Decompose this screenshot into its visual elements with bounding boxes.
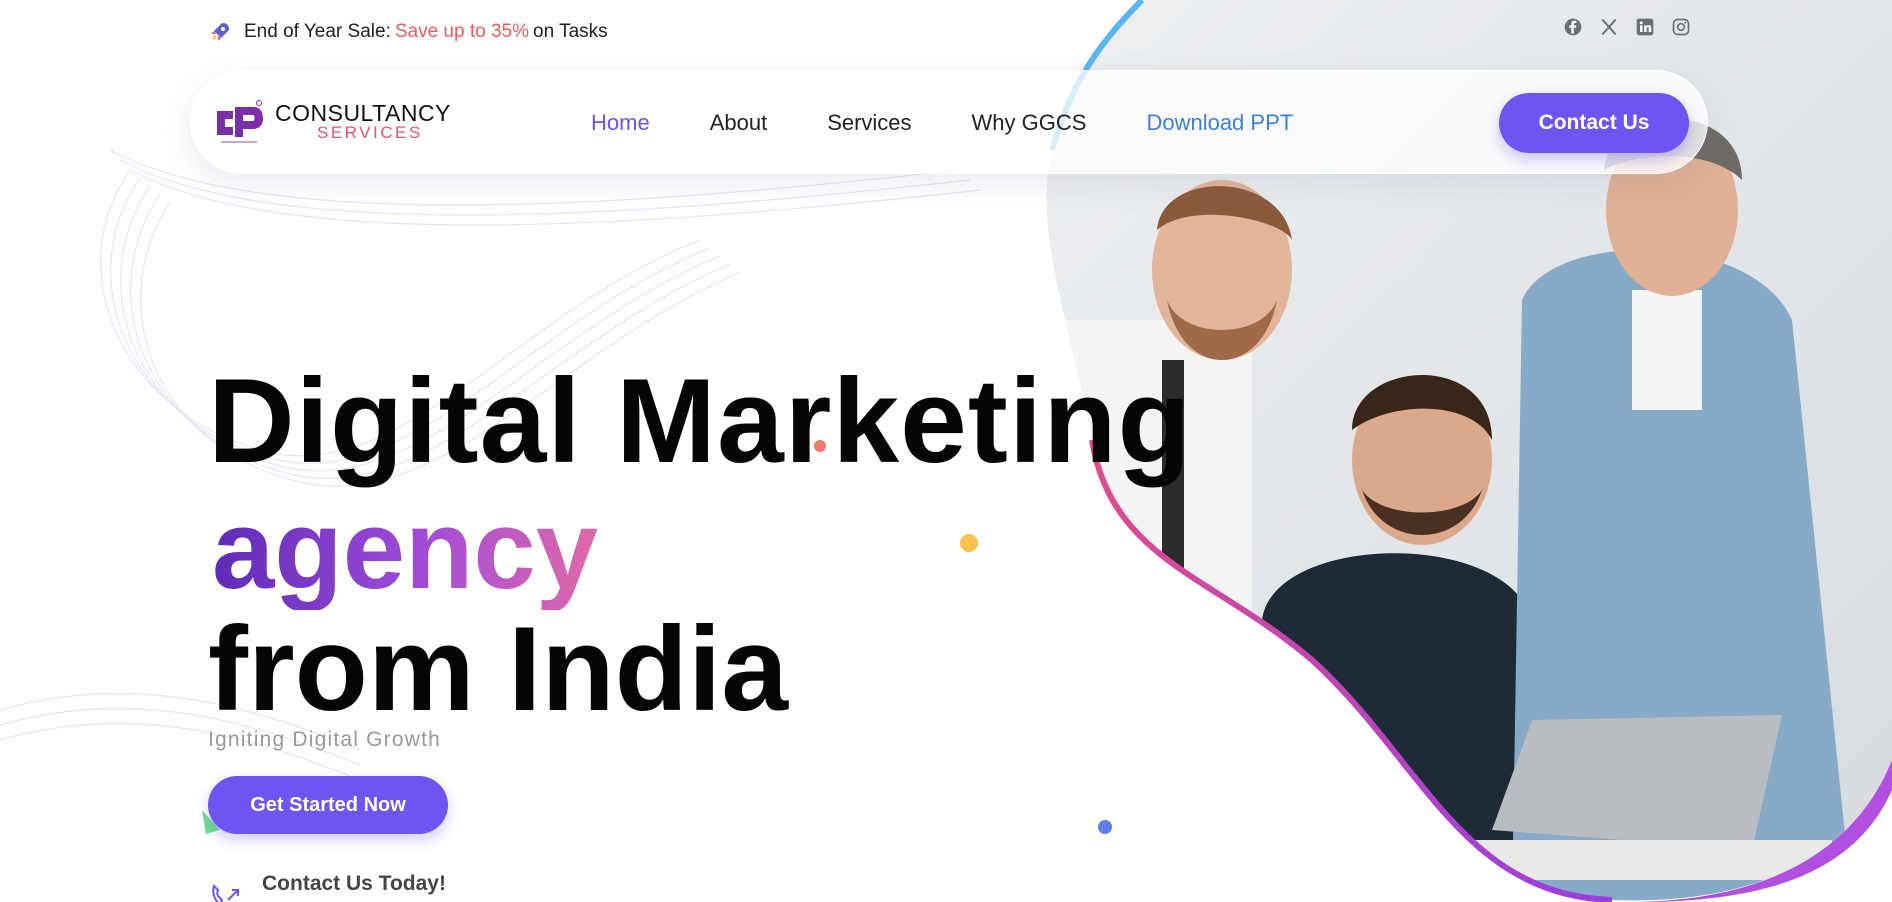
hero-title-line1: Digital Marketing bbox=[208, 354, 1192, 488]
site-logo[interactable]: CONSULTANCY SERVICES bbox=[213, 97, 451, 147]
decor-dot-yellow bbox=[960, 534, 978, 552]
hero-subtitle: Igniting Digital Growth bbox=[208, 728, 442, 751]
instagram-icon[interactable] bbox=[1670, 16, 1692, 38]
nav-about[interactable]: About bbox=[710, 110, 768, 136]
hero-title-line2: agency bbox=[212, 487, 598, 612]
rocket-icon bbox=[208, 20, 232, 44]
nav-menu: Home About Services Why GGCS Download PP… bbox=[591, 71, 1353, 175]
x-icon[interactable] bbox=[1598, 16, 1620, 38]
main-navigation: CONSULTANCY SERVICES Home About Services… bbox=[190, 70, 1708, 174]
contact-us-today-link[interactable]: Contact Us Today! bbox=[262, 872, 446, 896]
social-links bbox=[1562, 16, 1692, 38]
nav-services[interactable]: Services bbox=[827, 110, 911, 136]
contact-us-button[interactable]: Contact Us bbox=[1499, 93, 1689, 153]
logo-title: CONSULTANCY bbox=[275, 100, 451, 126]
phone-call-icon bbox=[212, 884, 239, 902]
logo-subtitle: SERVICES bbox=[317, 123, 423, 142]
logo-mark-icon bbox=[217, 100, 263, 143]
linkedin-icon[interactable] bbox=[1634, 16, 1656, 38]
sale-prefix: End of Year Sale: bbox=[244, 21, 391, 42]
decor-dot-blue bbox=[1098, 820, 1112, 834]
announcement-bar: End of Year Sale: Save up to 35% on Tasks bbox=[208, 18, 608, 46]
facebook-icon[interactable] bbox=[1562, 16, 1584, 38]
get-started-button[interactable]: Get Started Now bbox=[208, 776, 448, 834]
nav-download-ppt[interactable]: Download PPT bbox=[1146, 110, 1293, 136]
sale-highlight[interactable]: Save up to 35% bbox=[395, 21, 529, 43]
sale-suffix: on Tasks bbox=[533, 21, 608, 42]
hero-title-line3: from India bbox=[208, 602, 789, 736]
nav-why-ggcs[interactable]: Why GGCS bbox=[972, 110, 1087, 136]
nav-home[interactable]: Home bbox=[591, 110, 650, 136]
